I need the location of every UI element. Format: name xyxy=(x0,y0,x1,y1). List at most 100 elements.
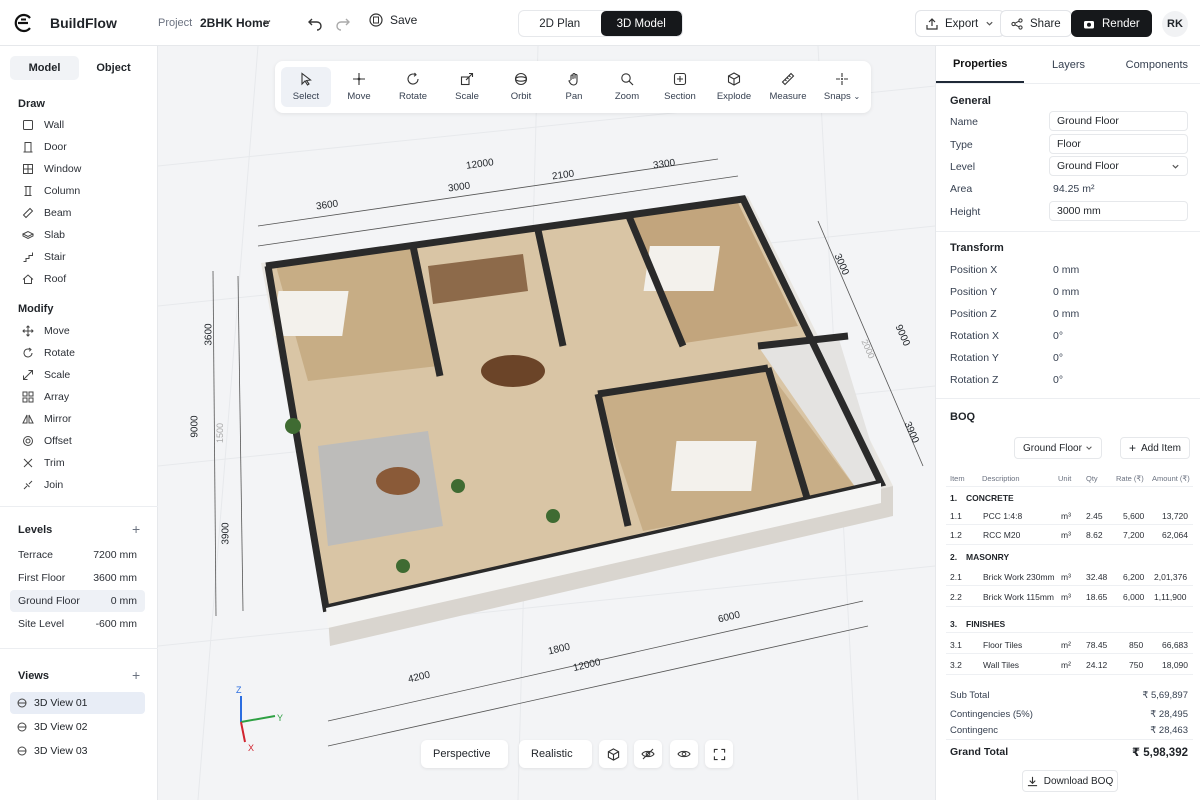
tool-move-3d[interactable]: Move xyxy=(334,67,384,107)
tool-orbit[interactable]: Orbit xyxy=(496,67,546,107)
save-button[interactable]: Save xyxy=(369,13,417,27)
level-row-first-floor[interactable]: First Floor 3600 mm xyxy=(10,567,145,589)
right-tabs: Properties Layers Components xyxy=(936,46,1200,84)
download-label: Download BOQ xyxy=(1043,775,1114,787)
level-row-terrace[interactable]: Terrace 7200 mm xyxy=(10,544,145,566)
view-row[interactable]: 3D View 01 xyxy=(10,692,145,714)
tool-explode[interactable]: Explode xyxy=(709,67,759,107)
join-icon xyxy=(23,480,33,490)
export-button[interactable]: Export xyxy=(915,10,1006,37)
tab-object[interactable]: Object xyxy=(79,56,148,80)
level-row-ground-floor[interactable]: Ground Floor 0 mm xyxy=(10,590,145,612)
tool-scale[interactable]: Scale xyxy=(22,369,70,381)
redo-icon[interactable] xyxy=(335,15,351,31)
pos-z-value[interactable]: 0 mm xyxy=(1053,308,1079,320)
tool-label: Wall xyxy=(44,119,65,131)
tab-layers[interactable]: Layers xyxy=(1024,46,1112,83)
tool-label: Array xyxy=(44,391,70,403)
tool-window[interactable]: Window xyxy=(22,163,81,175)
tool-toolbar: Select Move Rotate Scale Orbit Pan Zoom … xyxy=(275,61,871,113)
view-icon xyxy=(17,698,27,708)
viewport-3d[interactable]: 12000 3600 3000 2100 3300 3600 9000 1500… xyxy=(158,46,935,800)
add-level-button[interactable]: + xyxy=(132,521,140,537)
tool-offset[interactable]: Offset xyxy=(22,435,72,447)
tab-properties[interactable]: Properties xyxy=(936,46,1025,83)
fullscreen-button[interactable] xyxy=(705,740,733,768)
tool-column[interactable]: Column xyxy=(22,185,80,197)
boq-desc: Wall Tiles xyxy=(983,660,1020,670)
rot-x-value[interactable]: 0° xyxy=(1053,330,1063,342)
view-icon xyxy=(17,722,27,732)
tool-slab[interactable]: Slab xyxy=(22,229,65,241)
type-field[interactable]: Floor xyxy=(1049,134,1188,154)
view-row[interactable]: 3D View 03 xyxy=(10,740,145,762)
xray-button[interactable] xyxy=(670,740,698,768)
tool-roof[interactable]: Roof xyxy=(22,273,66,285)
tool-section[interactable]: Section xyxy=(655,67,705,107)
tool-select[interactable]: Select xyxy=(281,67,331,107)
tool-mirror[interactable]: Mirror xyxy=(22,413,71,425)
level-select[interactable]: Ground Floor xyxy=(1049,156,1188,176)
tool-pan[interactable]: Pan xyxy=(549,67,599,107)
level-value: -600 mm xyxy=(95,618,137,630)
top-bar: BuildFlow Project 2BHK Home Save 2D Plan… xyxy=(0,0,1200,46)
avatar[interactable]: RK xyxy=(1162,11,1188,37)
axis-x-label: X xyxy=(248,743,255,753)
height-field[interactable]: 3000 mm xyxy=(1049,201,1188,221)
add-view-button[interactable]: + xyxy=(132,667,140,683)
view-row[interactable]: 3D View 02 xyxy=(10,716,145,738)
tool-trim[interactable]: Trim xyxy=(22,457,65,469)
boq-item: 2.1 xyxy=(950,572,962,582)
download-boq-button[interactable]: Download BOQ xyxy=(1022,770,1118,792)
tool-zoom[interactable]: Zoom xyxy=(602,67,652,107)
visibility-button[interactable] xyxy=(634,740,662,768)
name-field[interactable]: Ground Floor xyxy=(1049,111,1188,131)
render-button[interactable]: Render xyxy=(1071,10,1152,37)
add-item-button[interactable]: + Add Item xyxy=(1120,437,1190,459)
camera-mode-select[interactable]: Perspective xyxy=(421,740,508,768)
level-row-site-level[interactable]: Site Level -600 mm xyxy=(10,613,145,635)
tab-model[interactable]: Model xyxy=(10,56,79,80)
share-button[interactable]: Share xyxy=(1000,10,1072,37)
boq-unit: m² xyxy=(1061,640,1071,650)
boq-desc: Brick Work 230mm xyxy=(983,572,1055,582)
divider xyxy=(946,739,1193,740)
tool-stair[interactable]: Stair xyxy=(22,251,66,263)
tool-array[interactable]: Array xyxy=(22,391,69,403)
stair-icon xyxy=(23,252,33,262)
boq-amount: 2,01,376 xyxy=(1154,572,1188,582)
tab-2d-plan[interactable]: 2D Plan xyxy=(519,11,601,36)
undo-icon[interactable] xyxy=(307,15,323,31)
logo-icon[interactable] xyxy=(12,12,34,34)
tool-scale-3d[interactable]: Scale xyxy=(442,67,492,107)
tool-door[interactable]: Door xyxy=(22,141,67,153)
rot-z-value[interactable]: 0° xyxy=(1053,374,1063,386)
grand-total-label: Grand Total xyxy=(950,746,1009,758)
pos-y-value[interactable]: 0 mm xyxy=(1053,286,1079,298)
tool-snaps[interactable]: Snaps ⌄ xyxy=(815,67,869,107)
boq-group-no: 2. xyxy=(950,552,958,562)
tool-wall[interactable]: Wall xyxy=(22,119,64,131)
tool-rotate[interactable]: Rotate xyxy=(22,347,75,359)
boq-unit: m³ xyxy=(1061,592,1071,602)
tab-components[interactable]: Components xyxy=(1113,46,1200,83)
boq-level-select[interactable]: Ground Floor xyxy=(1014,437,1102,459)
tool-measure[interactable]: Measure xyxy=(763,67,813,107)
render-style-label: Realistic xyxy=(531,748,573,760)
save-icon xyxy=(369,13,383,27)
pos-x-value[interactable]: 0 mm xyxy=(1053,264,1079,276)
tool-rotate-3d[interactable]: Rotate xyxy=(388,67,438,107)
render-style-select[interactable]: Realistic xyxy=(519,740,592,768)
tool-beam[interactable]: Beam xyxy=(22,207,71,219)
move-icon xyxy=(353,73,365,85)
chevron-down-icon[interactable] xyxy=(262,17,272,27)
tab-3d-model[interactable]: 3D Model xyxy=(600,11,682,36)
rot-y-value[interactable]: 0° xyxy=(1053,352,1063,364)
scale-icon xyxy=(460,72,474,86)
boq-col-description: Description xyxy=(982,474,1020,483)
project-name[interactable]: 2BHK Home xyxy=(200,16,269,30)
cube-view-button[interactable] xyxy=(599,740,627,768)
divider xyxy=(0,506,158,507)
tool-join[interactable]: Join xyxy=(22,479,63,491)
tool-move[interactable]: Move xyxy=(22,325,70,337)
